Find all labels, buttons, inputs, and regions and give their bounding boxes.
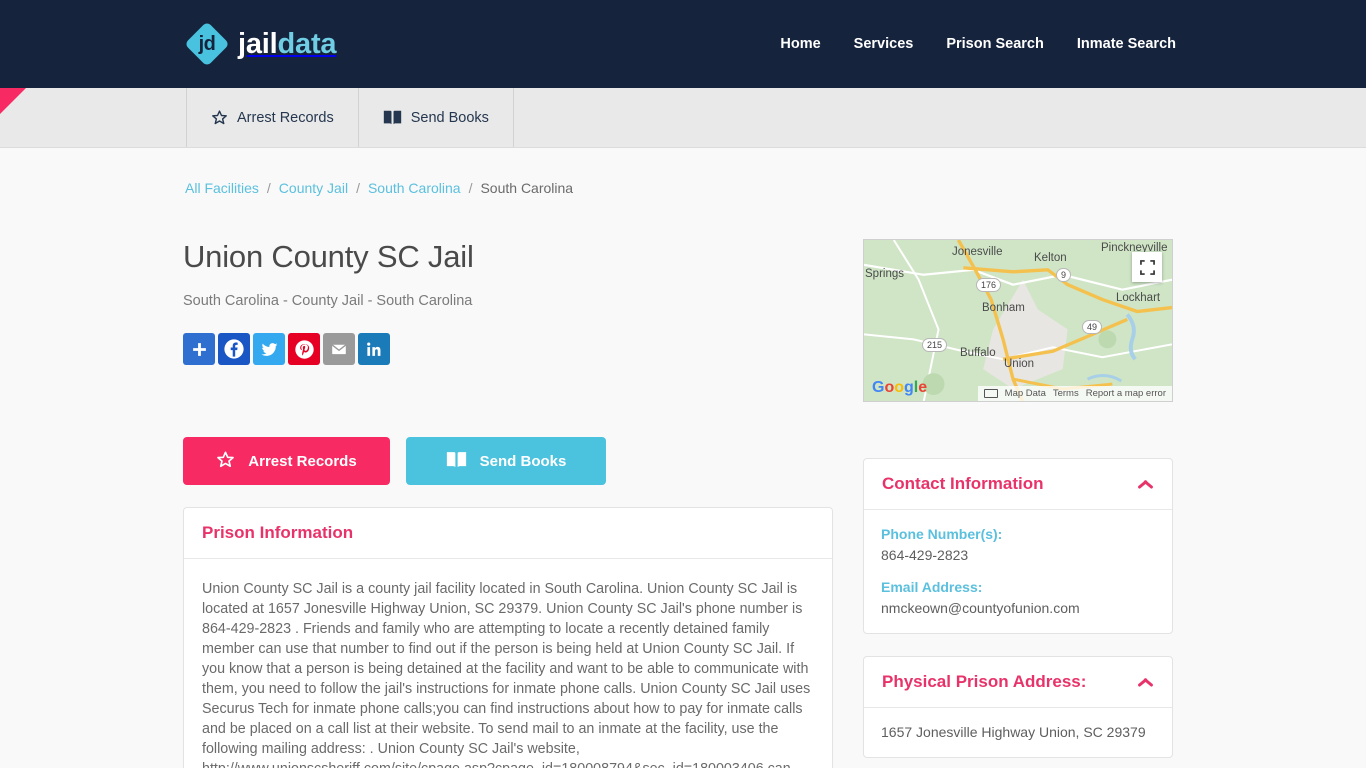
- physical-address-value: 1657 Jonesville Highway Union, SC 29379: [881, 724, 1146, 740]
- star-icon: [211, 109, 228, 126]
- nav-item-home[interactable]: Home: [780, 36, 820, 52]
- star-icon: [216, 450, 235, 473]
- arrest-records-button-label: Arrest Records: [248, 452, 357, 470]
- map-place-springs: Springs: [865, 268, 904, 280]
- physical-address-title: Physical Prison Address:: [882, 672, 1087, 691]
- subnav-item-arrest-records[interactable]: Arrest Records: [186, 88, 359, 147]
- breadcrumb-item-all-facilities[interactable]: All Facilities: [185, 180, 259, 196]
- nav-item-services[interactable]: Services: [854, 36, 914, 52]
- phone-number-value: 864-429-2823: [881, 547, 969, 563]
- page-title: Union County SC Jail: [183, 239, 474, 274]
- map-report-error-link[interactable]: Report a map error: [1086, 388, 1166, 399]
- contact-information-title: Contact Information: [882, 474, 1044, 493]
- physical-address-body: 1657 Jonesville Highway Union, SC 29379: [864, 708, 1172, 757]
- map-data-link[interactable]: Map Data: [1005, 388, 1046, 399]
- logo-jd-text: jd: [198, 32, 216, 55]
- breadcrumb-separator: /: [356, 180, 360, 196]
- addthis-share-icon[interactable]: [183, 333, 215, 365]
- action-buttons: Arrest Records Send Books: [183, 437, 833, 485]
- brand-word-jail: jail: [238, 27, 278, 60]
- twitter-share-icon[interactable]: [253, 333, 285, 365]
- map-graphic: [864, 240, 1172, 401]
- map-place-union: Union: [1004, 358, 1035, 370]
- keyboard-shortcuts-icon[interactable]: [983, 389, 998, 398]
- map-place-lockhart: Lockhart: [1116, 292, 1161, 304]
- subnav-item-send-books[interactable]: Send Books: [359, 88, 514, 147]
- map-attribution-bar: Map Data Terms Report a map error: [977, 386, 1172, 401]
- phone-number-field: Phone Number(s): 864-429-2823: [881, 526, 1155, 563]
- jd-diamond-logo-icon: jd: [184, 21, 230, 67]
- brand-wordmark: jaildata: [238, 27, 337, 61]
- subnav-label-send-books: Send Books: [410, 109, 489, 126]
- contact-information-card: Contact Information Phone Number(s): 864…: [863, 458, 1173, 634]
- nav-item-prison-search[interactable]: Prison Search: [946, 36, 1044, 52]
- linkedin-share-icon[interactable]: [358, 333, 390, 365]
- breadcrumb-separator: /: [468, 180, 473, 196]
- map-place-bonham: Bonham: [982, 302, 1025, 314]
- email-address-label: Email Address:: [881, 579, 983, 595]
- brand-word-data: data: [277, 27, 337, 60]
- subnav-label-arrest-records: Arrest Records: [237, 109, 334, 126]
- prison-information-card: Prison Information Union County SC Jail …: [183, 507, 833, 768]
- breadcrumb: All Facilities / County Jail / South Car…: [183, 172, 1183, 206]
- send-books-button[interactable]: Send Books: [406, 437, 606, 485]
- map-place-jonesville: Jonesville: [952, 246, 1003, 258]
- breadcrumb-current: South Carolina: [480, 180, 574, 196]
- sidebar-column: Jonesville Kelton Pinckneyville Springs …: [863, 206, 1173, 768]
- contact-information-body: Phone Number(s): 864-429-2823 Email Addr…: [864, 510, 1172, 633]
- prison-information-text: Union County SC Jail is a county jail fa…: [202, 581, 811, 768]
- physical-address-header[interactable]: Physical Prison Address:: [864, 657, 1172, 708]
- email-share-icon[interactable]: [323, 333, 355, 365]
- share-buttons: [183, 333, 833, 365]
- chevron-up-icon[interactable]: [1137, 677, 1154, 688]
- primary-nav: Home Services Prison Search Inmate Searc…: [780, 36, 1176, 52]
- physical-address-card: Physical Prison Address: 1657 Jonesville…: [863, 656, 1173, 758]
- main-column: Union County SC Jail South Carolina - Co…: [183, 206, 833, 768]
- book-icon: [383, 110, 402, 125]
- contact-information-header[interactable]: Contact Information: [864, 459, 1172, 510]
- map-place-buffalo: Buffalo: [960, 347, 996, 359]
- arrest-records-button[interactable]: Arrest Records: [183, 437, 390, 485]
- breadcrumb-item-county-jail[interactable]: County Jail: [279, 180, 348, 196]
- fullscreen-icon[interactable]: [1132, 252, 1162, 282]
- phone-number-label: Phone Number(s):: [881, 526, 1003, 542]
- page-subtitle: South Carolina - County Jail - South Car…: [183, 293, 473, 309]
- map-route-shield-49: 49: [1082, 320, 1103, 334]
- send-books-button-label: Send Books: [479, 452, 567, 470]
- chevron-up-icon[interactable]: [1137, 479, 1154, 490]
- corner-ribbon-decoration: [0, 88, 26, 114]
- prison-information-header: Prison Information: [184, 508, 832, 559]
- map-terms-link[interactable]: Terms: [1053, 388, 1079, 399]
- secondary-navbar: Arrest Records Send Books: [0, 88, 1366, 148]
- prison-information-body: Union County SC Jail is a county jail fa…: [184, 559, 832, 768]
- map-route-shield-215: 215: [922, 338, 948, 352]
- breadcrumb-item-south-carolina[interactable]: South Carolina: [368, 180, 461, 196]
- pinterest-share-icon[interactable]: [288, 333, 320, 365]
- facebook-share-icon[interactable]: [218, 333, 250, 365]
- top-navbar: jd jaildata Home Services Prison Search …: [0, 0, 1366, 88]
- nav-item-inmate-search[interactable]: Inmate Search: [1077, 36, 1176, 52]
- brand-logo[interactable]: jd jaildata: [184, 21, 337, 67]
- map-route-shield-9: 9: [1056, 268, 1072, 282]
- email-address-value: nmckeown@countyofunion.com: [881, 600, 1080, 616]
- location-map[interactable]: Jonesville Kelton Pinckneyville Springs …: [863, 239, 1173, 402]
- map-place-kelton: Kelton: [1034, 252, 1067, 264]
- email-address-field: Email Address: nmckeown@countyofunion.co…: [881, 579, 1155, 616]
- map-route-shield-176: 176: [976, 278, 1002, 292]
- breadcrumb-separator: /: [266, 180, 271, 196]
- book-icon: [446, 451, 467, 472]
- page-content: All Facilities / County Jail / South Car…: [0, 148, 1366, 768]
- google-logo: Google: [872, 379, 928, 396]
- prison-information-title: Prison Information: [202, 523, 354, 542]
